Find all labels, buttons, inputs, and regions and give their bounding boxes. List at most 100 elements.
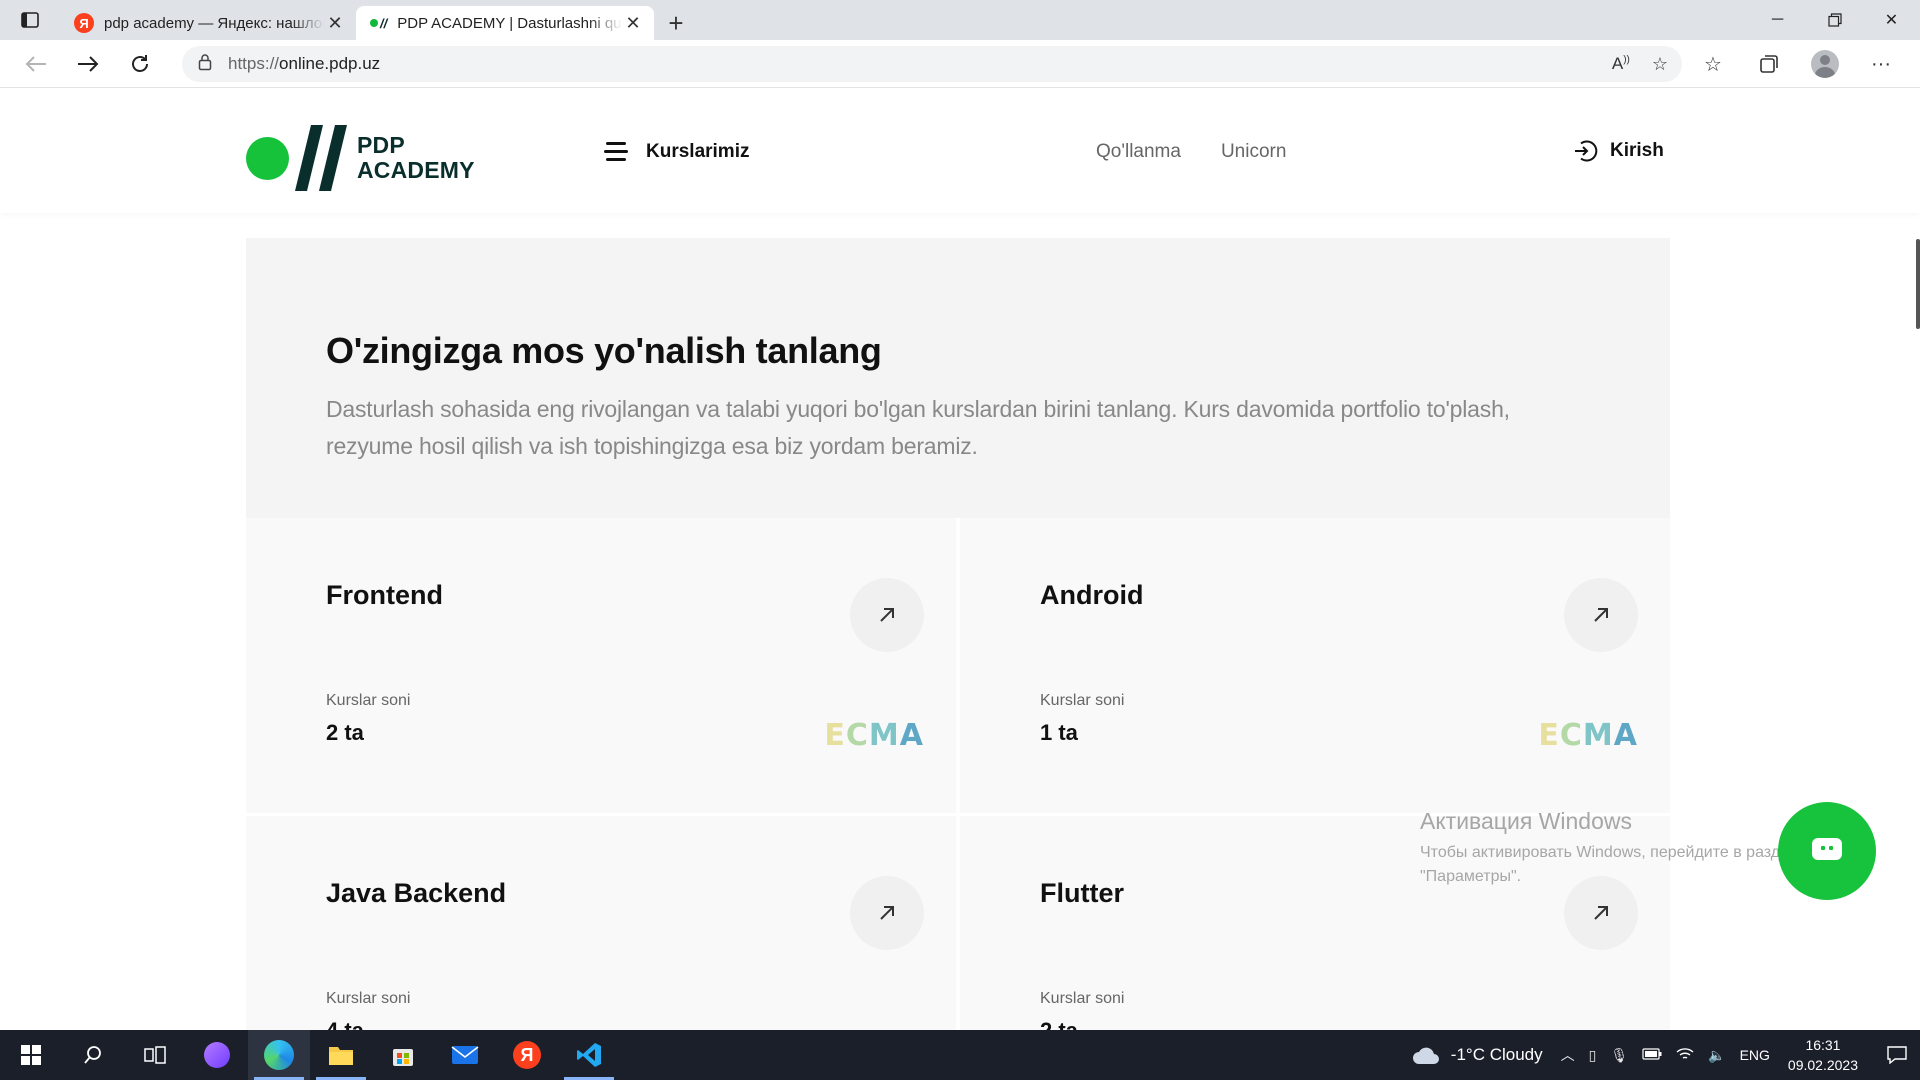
tab-actions-icon[interactable] xyxy=(0,0,60,40)
avatar xyxy=(1811,50,1839,78)
open-course-button[interactable] xyxy=(850,876,924,950)
course-count-label: Kurslar soni xyxy=(326,990,411,1007)
arrow-up-right-icon xyxy=(880,608,894,622)
windows-activation-watermark: Активация Windows Чтобы активировать Win… xyxy=(1420,808,1798,889)
alice-assistant-icon[interactable] xyxy=(186,1030,248,1080)
search-icon[interactable] xyxy=(62,1030,124,1080)
logo-wordmark: PDP ACADEMY xyxy=(357,132,475,183)
task-view-icon[interactable] xyxy=(124,1030,186,1080)
watermark-line1: Чтобы активировать Windows, перейдите в … xyxy=(1420,844,1798,861)
watermark-line2: "Параметры". xyxy=(1420,868,1522,885)
collections-icon[interactable] xyxy=(1744,44,1794,84)
vscode-icon[interactable] xyxy=(558,1030,620,1080)
watermark-title: Активация Windows xyxy=(1420,808,1632,834)
course-card-android[interactable]: Android Kurslar soni 1 ta ECMA xyxy=(960,518,1670,813)
yandex-icon: Я xyxy=(74,13,94,33)
more-menu-icon[interactable]: ··· xyxy=(1856,44,1906,84)
course-title: Flutter xyxy=(1040,878,1124,908)
tab-title: pdp academy — Яндекс: нашлось xyxy=(104,14,324,32)
course-card-java-backend[interactable]: Java Backend Kurslar soni 4 ta xyxy=(246,816,956,1030)
tab-title: PDP ACADEMY | Dasturlashni qulay xyxy=(397,14,622,32)
start-icon[interactable] xyxy=(0,1030,62,1080)
page-title: O'zingizga mos yo'nalish tanlang xyxy=(326,330,882,371)
microsoft-store-icon[interactable] xyxy=(372,1030,434,1080)
chevron-up-icon[interactable]: ︿ xyxy=(1561,1045,1575,1065)
course-count: 2 ta xyxy=(1040,1018,1078,1030)
ecma-logo: ECMA xyxy=(824,718,924,753)
logo-slashes-icon xyxy=(295,125,347,191)
course-count-label: Kurslar soni xyxy=(1040,692,1125,709)
close-window-icon[interactable]: ✕ xyxy=(1863,0,1920,40)
course-count: 2 ta xyxy=(326,720,364,745)
url-text[interactable]: https://online.pdp.uz xyxy=(228,54,380,74)
clock-date: 09.02.2023 xyxy=(1787,1057,1858,1073)
device-icon[interactable]: ▯ xyxy=(1589,1047,1597,1064)
course-count: 1 ta xyxy=(1040,720,1078,745)
course-title: Frontend xyxy=(326,580,443,610)
edge-browser-icon[interactable] xyxy=(248,1030,310,1080)
course-count-label: Kurslar soni xyxy=(1040,990,1125,1007)
arrow-up-right-icon xyxy=(1594,608,1608,622)
minimize-icon[interactable]: ─ xyxy=(1749,0,1806,40)
top-nav: Qo'llanma Unicorn xyxy=(1096,141,1286,163)
close-icon[interactable]: ✕ xyxy=(622,12,644,34)
yandex-browser-icon[interactable]: Я xyxy=(496,1030,558,1080)
battery-icon[interactable] xyxy=(1642,1047,1662,1063)
omnibox-actions: A)) ☆ xyxy=(1612,46,1668,82)
open-course-button[interactable] xyxy=(850,578,924,652)
microphone-icon[interactable]: 🎙 xyxy=(1610,1047,1628,1064)
browser-tab-pdp[interactable]: // PDP ACADEMY | Dasturlashni qulay ✕ xyxy=(356,6,654,40)
ecma-logo: ECMA xyxy=(1538,718,1638,753)
arrow-up-right-icon xyxy=(880,906,894,920)
course-card-frontend[interactable]: Frontend Kurslar soni 2 ta ECMA xyxy=(246,518,956,813)
tray-icons: ︿ ▯ 🎙 🔈 xyxy=(1561,1045,1726,1065)
weather-text: -1°C Cloudy xyxy=(1450,1045,1543,1064)
forward-icon[interactable] xyxy=(62,44,114,84)
login-button[interactable]: Kirish xyxy=(1572,138,1664,164)
courses-menu-button[interactable]: Kurslarimiz xyxy=(604,141,749,163)
add-favorite-icon[interactable]: ☆ xyxy=(1652,54,1668,75)
clock-time: 16:31 xyxy=(1805,1037,1841,1053)
browser-tab-yandex[interactable]: Я pdp academy — Яндекс: нашлось ✕ xyxy=(60,6,356,40)
close-icon[interactable]: ✕ xyxy=(324,12,346,34)
pdp-logo[interactable]: PDP ACADEMY xyxy=(246,125,475,191)
mail-icon[interactable] xyxy=(434,1030,496,1080)
courses-menu-label: Kurslarimiz xyxy=(646,141,750,162)
file-explorer-icon[interactable] xyxy=(310,1030,372,1080)
nav-link-guide[interactable]: Qo'llanma xyxy=(1096,141,1181,163)
login-icon xyxy=(1575,140,1598,162)
address-bar[interactable]: https://online.pdp.uz A)) ☆ xyxy=(182,46,1682,82)
browser-toolbar: https://online.pdp.uz A)) ☆ ☆ ··· xyxy=(0,40,1920,88)
back-icon[interactable] xyxy=(10,44,62,84)
page-scrollbar[interactable] xyxy=(1916,239,1920,329)
course-count: 4 ta xyxy=(326,1018,364,1030)
hamburger-icon xyxy=(604,142,628,162)
weather-widget[interactable]: -1°C Cloudy xyxy=(1411,1045,1543,1065)
clock[interactable]: 16:31 09.02.2023 xyxy=(1788,1035,1858,1075)
lock-icon[interactable] xyxy=(198,53,212,76)
hero-section: O'zingizga mos yo'nalish tanlang Dasturl… xyxy=(246,238,1670,518)
arrow-up-right-icon xyxy=(1594,906,1608,920)
favorites-icon[interactable]: ☆ xyxy=(1688,44,1738,84)
restore-icon[interactable] xyxy=(1806,0,1863,40)
course-title: Android xyxy=(1040,580,1144,610)
chat-button[interactable] xyxy=(1778,802,1876,900)
cloud-icon xyxy=(1412,1047,1439,1064)
course-title: Java Backend xyxy=(326,878,507,908)
course-count-label: Kurslar soni xyxy=(326,692,411,709)
open-course-button[interactable] xyxy=(1564,578,1638,652)
nav-link-unicorn[interactable]: Unicorn xyxy=(1221,141,1286,163)
window-controls: ─ ✕ xyxy=(1749,0,1920,40)
toolbar-right: ☆ ··· xyxy=(1688,44,1906,84)
windows-taskbar: Я -1°C Cloudy ︿ ▯ 🎙 🔈 ENG 16:31 09.02.20… xyxy=(0,1030,1920,1080)
volume-icon[interactable]: 🔈 xyxy=(1708,1047,1725,1064)
profile-avatar[interactable] xyxy=(1800,44,1850,84)
notifications-icon[interactable] xyxy=(1874,1030,1920,1080)
wifi-icon[interactable] xyxy=(1676,1047,1694,1064)
language-indicator[interactable]: ENG xyxy=(1740,1047,1770,1063)
read-aloud-icon[interactable]: A)) xyxy=(1612,54,1630,74)
new-tab-button[interactable]: + xyxy=(656,6,696,40)
browser-tab-bar: Я pdp academy — Яндекс: нашлось ✕ // PDP… xyxy=(0,0,1920,40)
hero-description: Dasturlash sohasida eng rivojlangan va t… xyxy=(326,396,1510,459)
refresh-icon[interactable] xyxy=(114,44,166,84)
